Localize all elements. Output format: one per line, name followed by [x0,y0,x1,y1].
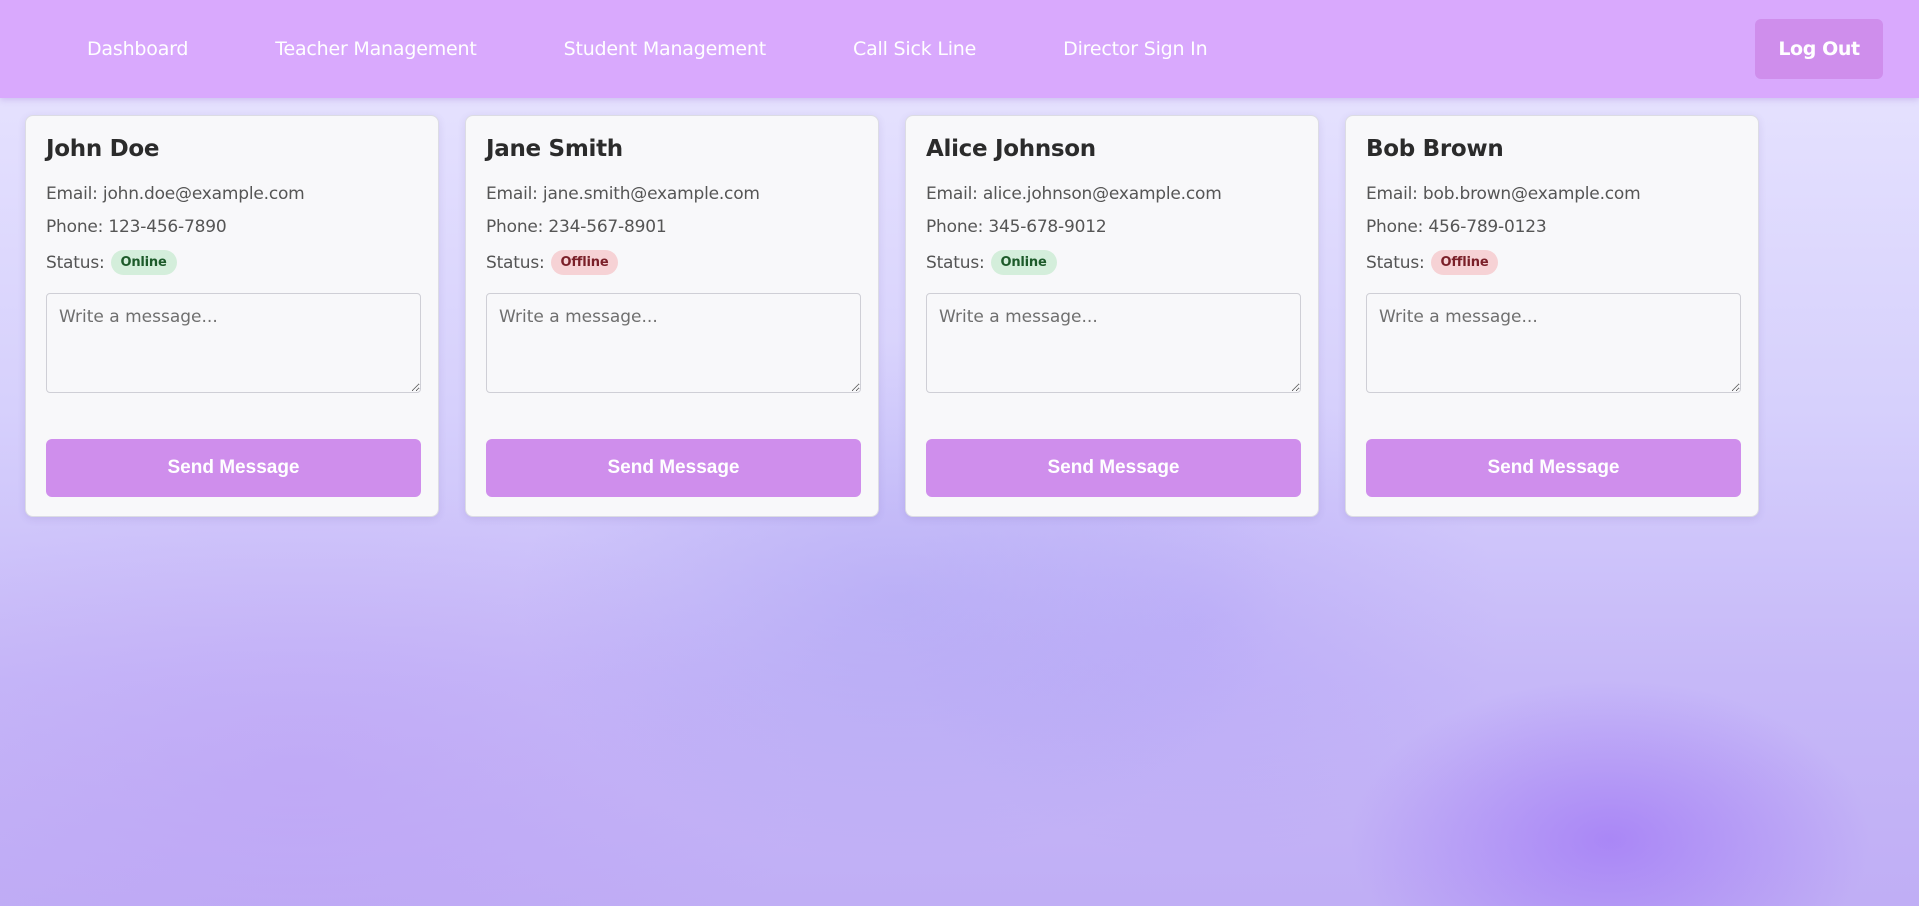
email-value: jane.smith@example.com [542,184,760,204]
status-badge: Online [990,250,1057,275]
contact-name: Jane Smith [486,136,623,162]
status-label: Status: [926,252,985,273]
phone-value: 234-567-8901 [548,217,667,237]
contact-email: Email: alice.johnson@example.com [926,184,1222,204]
message-input[interactable] [926,293,1301,393]
phone-label: Phone: [926,217,984,237]
contact-card: Bob Brown Email: bob.brown@example.com P… [1345,115,1759,517]
contact-phone: Phone: 456-789-0123 [1366,217,1547,237]
nav-link-director-sign-in[interactable]: Director Sign In [1063,38,1207,60]
contact-email: Email: jane.smith@example.com [486,184,760,204]
contact-cards: John Doe Email: john.doe@example.com Pho… [25,115,1785,517]
email-label: Email: [486,184,538,204]
logout-button[interactable]: Log Out [1755,19,1883,79]
contact-status: Status: Offline [486,250,619,275]
status-label: Status: [1366,252,1425,273]
email-label: Email: [46,184,98,204]
contact-name: John Doe [46,136,160,162]
status-badge: Offline [550,250,619,275]
email-value: bob.brown@example.com [1422,184,1641,204]
phone-value: 456-789-0123 [1428,217,1547,237]
status-label: Status: [46,252,105,273]
message-input[interactable] [486,293,861,393]
email-value: john.doe@example.com [102,184,305,204]
status-badge: Offline [1430,250,1499,275]
nav-link-call-sick-line[interactable]: Call Sick Line [853,38,976,60]
email-value: alice.johnson@example.com [982,184,1222,204]
nav-links: Dashboard Teacher Management Student Man… [87,0,1294,98]
contact-phone: Phone: 123-456-7890 [46,217,227,237]
phone-label: Phone: [1366,217,1424,237]
contact-name: Bob Brown [1366,136,1504,162]
send-message-button[interactable]: Send Message [1366,439,1741,497]
message-input[interactable] [1366,293,1741,393]
email-label: Email: [1366,184,1418,204]
contact-name: Alice Johnson [926,136,1096,162]
top-navbar: Dashboard Teacher Management Student Man… [0,0,1919,98]
send-message-button[interactable]: Send Message [926,439,1301,497]
nav-link-teacher-management[interactable]: Teacher Management [275,38,477,60]
contact-email: Email: john.doe@example.com [46,184,305,204]
contact-status: Status: Online [46,250,177,275]
message-input[interactable] [46,293,421,393]
phone-label: Phone: [486,217,544,237]
nav-link-dashboard[interactable]: Dashboard [87,38,188,60]
contact-email: Email: bob.brown@example.com [1366,184,1641,204]
send-message-button[interactable]: Send Message [486,439,861,497]
contact-card: John Doe Email: john.doe@example.com Pho… [25,115,439,517]
nav-link-student-management[interactable]: Student Management [564,38,767,60]
contact-phone: Phone: 345-678-9012 [926,217,1107,237]
contact-status: Status: Online [926,250,1057,275]
send-message-button[interactable]: Send Message [46,439,421,497]
phone-value: 123-456-7890 [108,217,227,237]
phone-value: 345-678-9012 [988,217,1107,237]
status-label: Status: [486,252,545,273]
contact-card: Alice Johnson Email: alice.johnson@examp… [905,115,1319,517]
contact-card: Jane Smith Email: jane.smith@example.com… [465,115,879,517]
contact-status: Status: Offline [1366,250,1499,275]
email-label: Email: [926,184,978,204]
phone-label: Phone: [46,217,104,237]
contact-phone: Phone: 234-567-8901 [486,217,667,237]
status-badge: Online [110,250,177,275]
